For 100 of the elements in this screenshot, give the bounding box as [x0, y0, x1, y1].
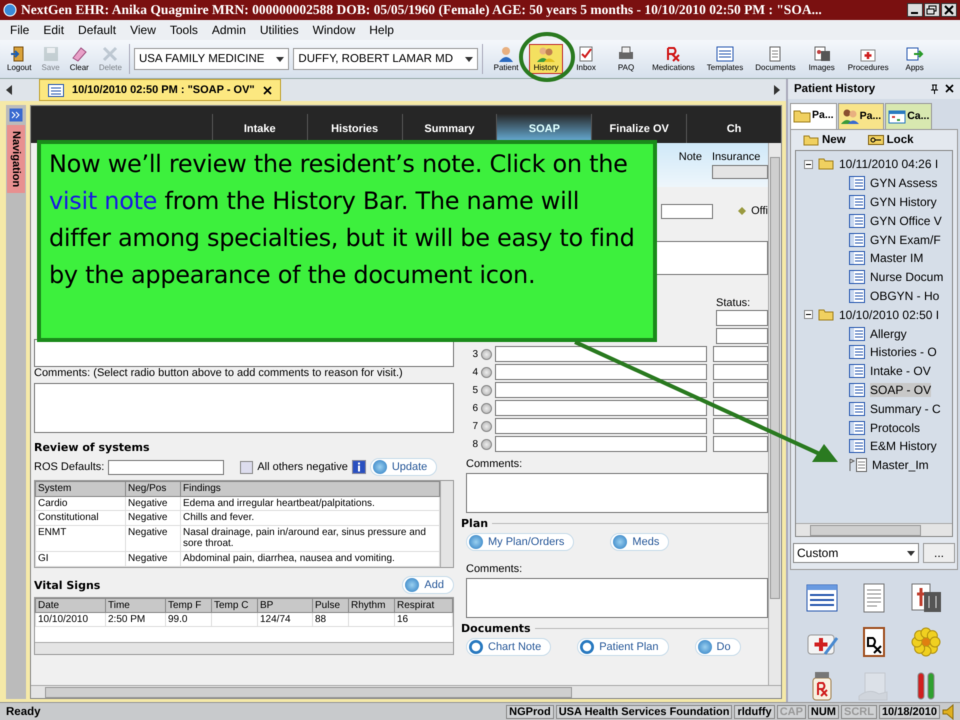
- tree-item[interactable]: GYN History: [870, 194, 937, 209]
- status-field[interactable]: [713, 382, 768, 398]
- scrollbar[interactable]: [31, 685, 781, 698]
- menu-item[interactable]: File: [10, 23, 30, 37]
- comments-text-area[interactable]: [466, 473, 768, 513]
- column-header[interactable]: Temp C: [212, 598, 258, 612]
- column-header[interactable]: Date: [36, 598, 106, 612]
- minimize-icon[interactable]: [907, 3, 923, 17]
- radio-button[interactable]: [481, 366, 492, 378]
- radio-button[interactable]: [481, 420, 492, 432]
- tree-item[interactable]: Protocols: [870, 420, 920, 434]
- status-field[interactable]: [716, 310, 768, 326]
- list-icon[interactable]: [805, 582, 839, 614]
- tree-item[interactable]: 10/11/2010 04:26 I: [839, 157, 938, 172]
- toolbar-button[interactable]: PAQ: [609, 44, 644, 74]
- collapse-icon[interactable]: [804, 160, 813, 169]
- column-header[interactable]: Respirat: [394, 598, 452, 612]
- toolbar-button[interactable]: Documents: [752, 44, 799, 74]
- status-field[interactable]: [713, 346, 768, 362]
- column-header[interactable]: Findings: [180, 482, 440, 496]
- toolbar-button[interactable]: Patient: [489, 44, 524, 74]
- tree-item[interactable]: Master IM: [870, 251, 924, 266]
- scrollbar[interactable]: [796, 523, 952, 536]
- update-button[interactable]: Update: [370, 458, 438, 476]
- workflow-tab[interactable]: SOAP: [496, 114, 592, 143]
- menu-item[interactable]: Default: [78, 23, 116, 37]
- close-icon[interactable]: [945, 84, 954, 94]
- tree-item[interactable]: GYN Exam/F: [870, 232, 941, 247]
- toolbar-button[interactable]: History: [529, 44, 564, 74]
- pin-icon[interactable]: [930, 84, 939, 94]
- column-header[interactable]: Rhythm: [348, 598, 394, 612]
- toolbar-button[interactable]: Procedures: [844, 44, 892, 74]
- menu-item[interactable]: Edit: [43, 23, 64, 37]
- column-header[interactable]: Pulse: [312, 598, 348, 612]
- navigation-tab[interactable]: Navigation: [7, 125, 25, 194]
- radio-button[interactable]: [481, 402, 492, 414]
- plan-button[interactable]: Meds: [610, 533, 670, 551]
- location-dropdown[interactable]: USA FAMILY MEDICINE: [134, 48, 290, 70]
- tree-item[interactable]: OBGYN - Ho: [870, 288, 940, 303]
- scroll-right-icon[interactable]: [773, 85, 781, 95]
- scrollbar[interactable]: [440, 481, 453, 567]
- text-field[interactable]: [661, 204, 714, 218]
- tree-item[interactable]: E&M History: [870, 439, 937, 454]
- radio-button[interactable]: [481, 348, 492, 360]
- assessment-field[interactable]: [495, 346, 707, 362]
- close-icon[interactable]: [941, 3, 957, 17]
- xray-icon[interactable]: [909, 582, 943, 614]
- toolbar-button[interactable]: Apps: [898, 44, 932, 74]
- radio-button[interactable]: [481, 438, 492, 450]
- toolbar-button[interactable]: Logout: [4, 44, 34, 74]
- document-button[interactable]: Chart Note: [466, 638, 552, 656]
- tree-item[interactable]: Summary - C: [870, 402, 941, 416]
- toolbar-button[interactable]: Images: [804, 44, 839, 74]
- assessment-field[interactable]: [495, 418, 707, 434]
- restore-icon[interactable]: [924, 3, 940, 17]
- lock-button[interactable]: Lock: [862, 132, 920, 147]
- radio-button[interactable]: [481, 384, 492, 396]
- tree-item[interactable]: Nurse Docum: [870, 270, 944, 284]
- office-link[interactable]: Offi: [751, 205, 768, 217]
- close-icon[interactable]: [262, 86, 272, 94]
- column-header[interactable]: System: [36, 482, 126, 496]
- document-button[interactable]: Do: [694, 638, 741, 656]
- document-button[interactable]: Patient Plan: [577, 638, 669, 656]
- add-button[interactable]: Add: [402, 576, 454, 594]
- insurance-field[interactable]: [712, 165, 768, 179]
- assessment-field[interactable]: [495, 382, 707, 398]
- comments-text-area[interactable]: [34, 383, 454, 433]
- ros-defaults-field[interactable]: [108, 460, 224, 474]
- collapse-icon[interactable]: [804, 310, 813, 320]
- info-icon[interactable]: [352, 460, 366, 474]
- tree-item[interactable]: GYN Assess: [870, 176, 938, 190]
- tree-item[interactable]: 10/10/2010 02:50 I: [839, 308, 940, 322]
- assessment-field[interactable]: [495, 436, 707, 452]
- tree-item[interactable]: Allergy: [870, 326, 907, 341]
- panel-tab[interactable]: Pa...: [790, 102, 837, 129]
- checkbox[interactable]: [240, 460, 254, 474]
- status-field[interactable]: [716, 328, 768, 344]
- menu-item[interactable]: Help: [369, 23, 394, 37]
- toolbar-button[interactable]: Clear: [66, 44, 92, 74]
- menu-item[interactable]: Utilities: [260, 23, 299, 37]
- more-button[interactable]: ...: [923, 543, 955, 563]
- tree-item[interactable]: Intake - OV: [870, 364, 931, 378]
- status-field[interactable]: [713, 364, 768, 380]
- expand-icon[interactable]: [9, 108, 23, 122]
- provider-dropdown[interactable]: DUFFY, ROBERT LAMAR MD: [293, 48, 478, 70]
- assessment-field[interactable]: [495, 400, 707, 416]
- toolbar-button[interactable]: Templates: [704, 44, 746, 74]
- sticky-note-label[interactable]: Note: [678, 151, 702, 163]
- menu-item[interactable]: Admin: [212, 23, 246, 37]
- tree-item[interactable]: SOAP - OV: [870, 382, 932, 397]
- tree-item[interactable]: Histories - O: [870, 345, 937, 360]
- comments-text-area[interactable]: [466, 578, 768, 618]
- menu-item[interactable]: View: [130, 23, 156, 37]
- text-area[interactable]: [656, 241, 768, 275]
- filter-dropdown[interactable]: Custom: [793, 543, 919, 563]
- column-header[interactable]: Time: [106, 598, 166, 612]
- new-button[interactable]: New: [797, 132, 852, 147]
- tree-item[interactable]: GYN Office V: [870, 214, 942, 228]
- column-header[interactable]: BP: [258, 598, 312, 612]
- scrollbar[interactable]: [768, 143, 781, 685]
